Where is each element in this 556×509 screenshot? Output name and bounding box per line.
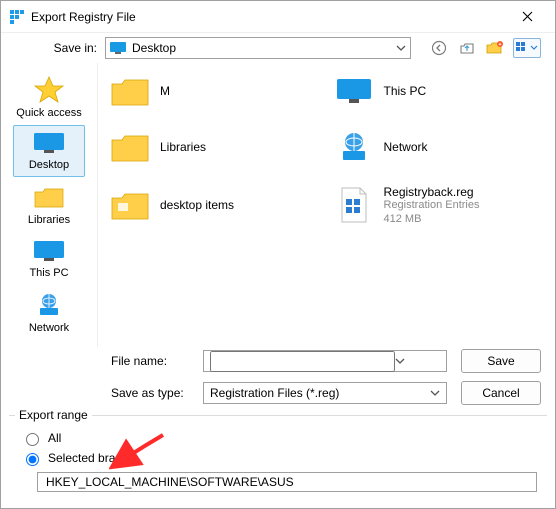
- save-in-row: Save in: Desktop: [1, 33, 555, 63]
- file-size: 412 MB: [384, 213, 480, 226]
- file-name: Libraries: [160, 140, 206, 154]
- chevron-down-icon: [430, 390, 440, 396]
- save-in-value: Desktop: [132, 41, 390, 55]
- svg-text:✦: ✦: [498, 42, 502, 48]
- export-registry-dialog: Export Registry File Save in: Desktop: [0, 0, 556, 509]
- folder-item[interactable]: desktop items: [108, 183, 322, 228]
- star-icon: [34, 75, 64, 103]
- place-label: Libraries: [28, 214, 70, 226]
- save-as-type-label: Save as type:: [111, 386, 189, 400]
- reg-file-item[interactable]: Registryback.reg Registration Entries 41…: [332, 183, 546, 228]
- body: Quick access Desktop Libraries: [1, 63, 555, 347]
- file-name-combo[interactable]: [203, 350, 447, 372]
- regedit-icon: [9, 9, 25, 25]
- network-icon: [334, 129, 374, 165]
- regfile-icon: [334, 187, 374, 223]
- new-folder-icon: ✦: [486, 40, 504, 56]
- places-bar: Quick access Desktop Libraries: [1, 63, 97, 347]
- up-one-level-button[interactable]: [457, 38, 477, 58]
- desktop-icon: [110, 42, 126, 54]
- folder-icon: [110, 187, 150, 223]
- monitor-icon: [334, 73, 374, 109]
- this-pc-item[interactable]: This PC: [332, 71, 546, 111]
- file-name: This PC: [384, 84, 427, 98]
- file-name: M: [160, 84, 170, 98]
- branch-path-input[interactable]: [44, 474, 530, 490]
- branch-path-field[interactable]: [37, 472, 537, 492]
- file-name: Network: [384, 140, 428, 154]
- cancel-button[interactable]: Cancel: [461, 381, 541, 405]
- file-type: Registration Entries: [384, 199, 480, 212]
- save-button[interactable]: Save: [461, 349, 541, 373]
- folder-icon: [110, 73, 150, 109]
- toolbar-icons: ✦: [429, 38, 541, 58]
- radio-all[interactable]: [26, 433, 39, 446]
- export-range-group: Export range All Selected branch: [9, 415, 547, 500]
- save-in-dropdown[interactable]: Desktop: [105, 37, 411, 59]
- back-icon: [431, 40, 447, 56]
- titlebar: Export Registry File: [1, 1, 555, 33]
- place-desktop[interactable]: Desktop: [13, 125, 85, 177]
- export-range-legend: Export range: [15, 408, 92, 422]
- place-quick-access[interactable]: Quick access: [13, 71, 85, 123]
- chevron-down-icon: [396, 45, 406, 51]
- desktop-icon: [32, 131, 66, 155]
- place-label: Quick access: [16, 107, 81, 119]
- place-network[interactable]: Network: [13, 287, 85, 339]
- network-icon: [34, 292, 64, 318]
- view-icon: [516, 42, 530, 54]
- place-this-pc[interactable]: This PC: [13, 233, 85, 285]
- place-label: This PC: [29, 267, 68, 279]
- close-icon: [522, 11, 533, 22]
- place-libraries[interactable]: Libraries: [13, 179, 85, 231]
- chevron-down-icon: [395, 358, 405, 364]
- folder-item[interactable]: M: [108, 71, 322, 111]
- file-name-input[interactable]: [210, 351, 395, 372]
- up-icon: [459, 40, 475, 56]
- close-button[interactable]: [507, 3, 547, 31]
- bottom-fields: File name: Save Save as type: Registrati…: [1, 347, 555, 413]
- folder-item[interactable]: Libraries: [108, 127, 322, 167]
- place-label: Network: [29, 322, 69, 334]
- save-in-label: Save in:: [45, 41, 97, 55]
- view-menu-button[interactable]: [513, 38, 541, 58]
- file-name: desktop items: [160, 198, 234, 212]
- monitor-icon: [32, 239, 66, 263]
- radio-selected[interactable]: [26, 453, 39, 466]
- export-range-all[interactable]: All: [21, 430, 541, 446]
- file-list[interactable]: M This PC Libraries: [97, 63, 555, 347]
- export-range-selected[interactable]: Selected branch: [21, 450, 541, 466]
- back-button[interactable]: [429, 38, 449, 58]
- chevron-down-icon: [530, 42, 538, 54]
- network-item[interactable]: Network: [332, 127, 546, 167]
- place-label: Desktop: [29, 159, 69, 171]
- file-name-label: File name:: [111, 354, 189, 368]
- radio-selected-label: Selected branch: [48, 451, 135, 465]
- new-folder-button[interactable]: ✦: [485, 38, 505, 58]
- window-title: Export Registry File: [31, 10, 507, 24]
- folder-icon: [33, 184, 65, 210]
- file-name: Registryback.reg: [384, 185, 480, 199]
- radio-all-label: All: [48, 431, 61, 445]
- save-as-type-combo[interactable]: Registration Files (*.reg): [203, 382, 447, 404]
- folder-icon: [110, 129, 150, 165]
- save-as-type-value: Registration Files (*.reg): [210, 386, 430, 400]
